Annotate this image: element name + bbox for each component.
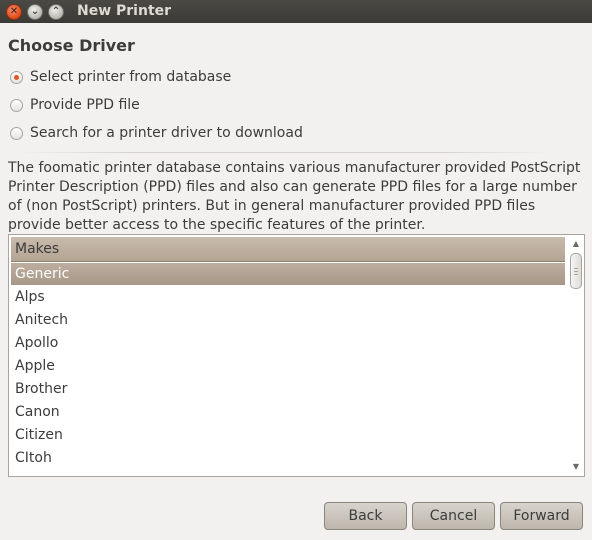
radio-button[interactable] xyxy=(10,126,23,140)
grip-line xyxy=(574,271,578,272)
forward-button[interactable]: Forward xyxy=(500,502,583,530)
page-title: Choose Driver xyxy=(8,36,135,55)
cancel-button[interactable]: Cancel xyxy=(412,502,495,530)
maximize-window-button[interactable]: ⌃ xyxy=(48,4,64,20)
separator xyxy=(20,152,552,153)
column-header-label: Makes xyxy=(15,241,60,257)
option-search-driver-download[interactable]: Search for a printer driver to download xyxy=(10,124,303,142)
back-button[interactable]: Back xyxy=(324,502,407,530)
window-titlebar: ✕ ⌄ ⌃ New Printer xyxy=(0,0,592,23)
grip-line xyxy=(574,274,578,275)
makes-list[interactable]: Makes Generic Alps Anitech Apollo Apple … xyxy=(8,234,585,477)
radio-button[interactable] xyxy=(10,70,23,84)
minimize-icon: ⌄ xyxy=(30,6,40,17)
scrollbar-thumb[interactable] xyxy=(570,253,582,289)
list-item-generic[interactable]: Generic xyxy=(11,263,565,285)
list-item[interactable]: Citizen xyxy=(11,423,565,446)
list-item[interactable]: Canon xyxy=(11,400,565,423)
list-item[interactable]: Apollo xyxy=(11,331,565,354)
maximize-icon: ⌃ xyxy=(51,6,61,17)
scroll-up-arrow-icon[interactable]: ▲ xyxy=(570,239,582,249)
close-window-button[interactable]: ✕ xyxy=(6,4,22,20)
list-item[interactable]: Anitech xyxy=(11,308,565,331)
option-label: Select printer from database xyxy=(30,69,232,85)
driver-description: The foomatic printer database contains v… xyxy=(8,160,581,233)
radio-button[interactable] xyxy=(10,98,23,112)
makes-column-header[interactable]: Makes xyxy=(11,237,565,262)
option-select-from-database[interactable]: Select printer from database xyxy=(10,68,231,86)
option-label: Search for a printer driver to download xyxy=(30,125,303,141)
list-item[interactable]: Apple xyxy=(11,354,565,377)
scroll-down-arrow-icon[interactable]: ▼ xyxy=(570,462,582,472)
vertical-scrollbar[interactable] xyxy=(570,251,582,454)
grip-line xyxy=(574,268,578,269)
list-item[interactable]: Brother xyxy=(11,377,565,400)
minimize-window-button[interactable]: ⌄ xyxy=(27,4,43,20)
list-item[interactable]: Alps xyxy=(11,285,565,308)
makes-rows: Generic Alps Anitech Apollo Apple Brothe… xyxy=(11,263,565,469)
option-provide-ppd-file[interactable]: Provide PPD file xyxy=(10,96,140,114)
window-title: New Printer xyxy=(77,3,172,19)
close-icon: ✕ xyxy=(9,6,19,17)
list-item[interactable]: CItoh xyxy=(11,446,565,469)
option-label: Provide PPD file xyxy=(30,97,140,113)
